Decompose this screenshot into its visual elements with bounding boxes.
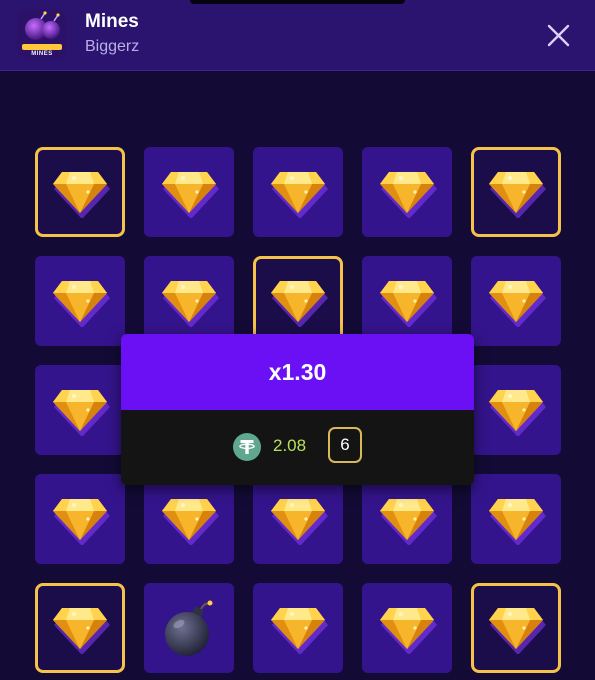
gem-icon bbox=[162, 172, 219, 218]
mine-tile[interactable] bbox=[144, 147, 234, 237]
gem-icon bbox=[53, 390, 110, 436]
winnings-row: 2.08 6 bbox=[121, 410, 474, 485]
gem-icon bbox=[380, 172, 437, 218]
gem-icon bbox=[162, 499, 219, 545]
mine-tile[interactable] bbox=[471, 147, 561, 237]
mine-tile[interactable] bbox=[362, 147, 452, 237]
gem-icon bbox=[489, 172, 546, 218]
gem-icon bbox=[380, 281, 437, 327]
gem-icon bbox=[489, 499, 546, 545]
gem-icon bbox=[489, 608, 546, 654]
gem-icon bbox=[53, 281, 110, 327]
multiplier-value: x1.30 bbox=[268, 358, 327, 385]
mine-tile[interactable] bbox=[253, 583, 343, 673]
gem-icon bbox=[380, 499, 437, 545]
gem-icon bbox=[489, 281, 546, 327]
mine-tile[interactable] bbox=[144, 474, 234, 564]
gem-icon bbox=[489, 390, 546, 436]
mine-tile[interactable] bbox=[253, 474, 343, 564]
mine-tile[interactable] bbox=[362, 256, 452, 346]
gem-icon bbox=[380, 608, 437, 654]
gem-icon bbox=[53, 608, 110, 654]
mine-tile[interactable] bbox=[35, 256, 125, 346]
mine-tile[interactable] bbox=[362, 583, 452, 673]
gem-icon bbox=[271, 172, 328, 218]
mine-tile[interactable] bbox=[35, 583, 125, 673]
result-panel: x1.30 2.08 6 bbox=[121, 334, 474, 485]
mine-tile[interactable] bbox=[35, 365, 125, 455]
mine-tile[interactable] bbox=[144, 583, 234, 673]
gem-icon bbox=[271, 281, 328, 327]
mine-tile[interactable] bbox=[471, 474, 561, 564]
mine-tile[interactable] bbox=[471, 365, 561, 455]
mine-tile[interactable] bbox=[253, 147, 343, 237]
win-amount: 2.08 bbox=[273, 436, 307, 455]
gem-icon bbox=[53, 499, 110, 545]
mine-tile[interactable] bbox=[35, 147, 125, 237]
multiplier-banner: x1.30 bbox=[121, 334, 474, 410]
gem-icon bbox=[53, 172, 110, 218]
gem-icon bbox=[271, 499, 328, 545]
gem-icon bbox=[162, 281, 219, 327]
usdt-icon bbox=[233, 433, 261, 461]
mine-tile[interactable] bbox=[144, 256, 234, 346]
mine-tile[interactable] bbox=[471, 256, 561, 346]
bomb-icon bbox=[165, 600, 213, 656]
gem-icon bbox=[271, 608, 328, 654]
mine-tile[interactable] bbox=[471, 583, 561, 673]
mine-tile[interactable] bbox=[253, 256, 343, 346]
mines-count-badge: 6 bbox=[328, 427, 362, 463]
mine-tile[interactable] bbox=[362, 474, 452, 564]
mine-tile[interactable] bbox=[35, 474, 125, 564]
